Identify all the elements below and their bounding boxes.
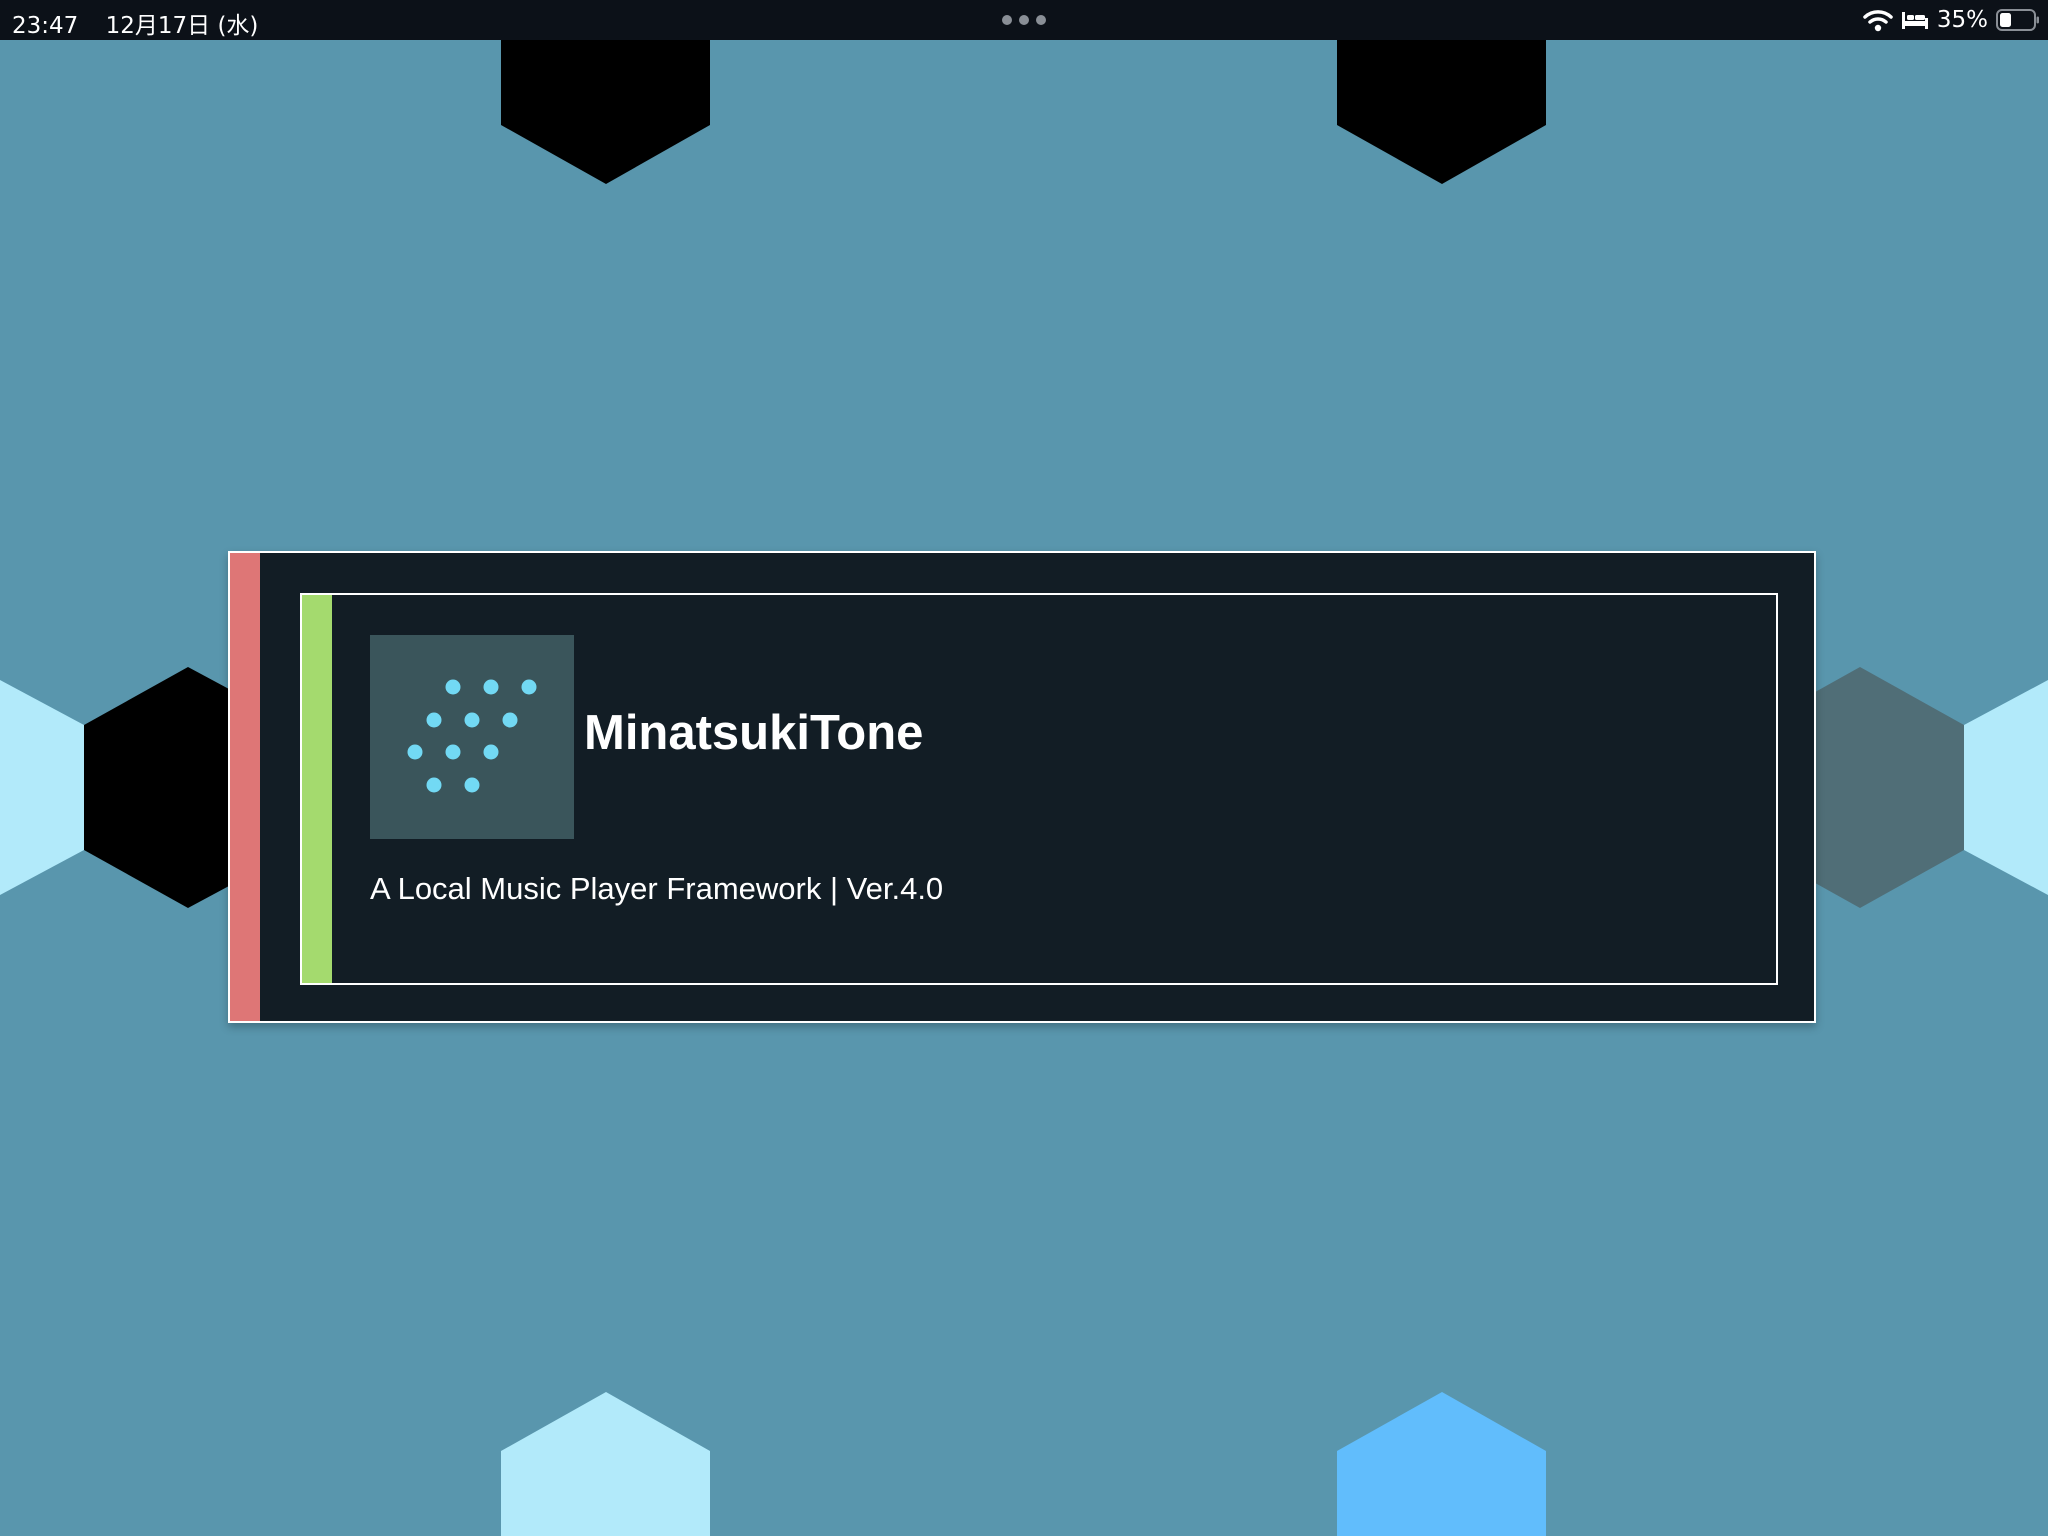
accent-bar-red xyxy=(230,553,260,1021)
dot-grid-logo-graphic xyxy=(407,679,537,793)
status-time: 23:47 xyxy=(12,13,79,39)
app-subtitle: A Local Music Player Framework | Ver.4.0 xyxy=(370,871,944,906)
accent-bar-green xyxy=(302,595,332,983)
hexagon-top-left xyxy=(501,40,710,184)
status-bar: 23:47 12月17日 (水) 35% xyxy=(0,0,2048,40)
status-right: 35% xyxy=(1863,5,2040,35)
status-left: 23:47 12月17日 (水) xyxy=(12,6,258,40)
hexagon-bottom-left xyxy=(501,1392,710,1536)
hexagon-bottom-right xyxy=(1337,1392,1546,1536)
wifi-icon xyxy=(1863,10,1893,32)
dot-grid-logo-icon xyxy=(370,635,574,839)
battery-percent: 35% xyxy=(1936,7,1988,33)
more-dots-icon[interactable] xyxy=(1001,14,1047,26)
inner-frame: MinatsukiTone A Local Music Player Frame… xyxy=(300,593,1778,985)
app-title: MinatsukiTone xyxy=(584,706,924,760)
hexagon-left-edge xyxy=(0,680,84,895)
status-date: 12月17日 (水) xyxy=(105,13,259,39)
splash-screen: 23:47 12月17日 (水) 35% MinatsukiTone A Loc… xyxy=(0,0,2048,1536)
battery-icon xyxy=(1996,9,2039,31)
hexagon-top-right xyxy=(1337,40,1546,184)
splash-card: MinatsukiTone A Local Music Player Frame… xyxy=(228,551,1816,1023)
battery-fill xyxy=(2000,13,2011,27)
hexagon-right-edge xyxy=(1964,680,2048,895)
sleep-bed-icon xyxy=(1901,12,1928,29)
